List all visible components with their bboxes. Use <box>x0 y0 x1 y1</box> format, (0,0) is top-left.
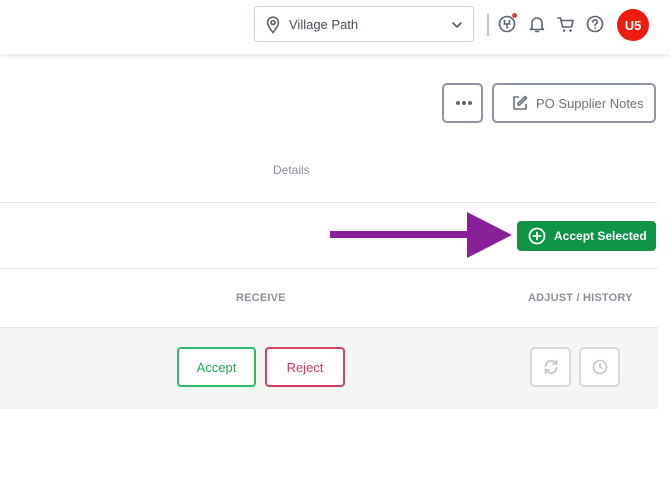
notification-dot <box>512 13 517 18</box>
top-bar: Village Path U5 <box>0 0 670 54</box>
accept-button[interactable]: Accept <box>177 347 256 387</box>
location-value: Village Path <box>289 17 359 32</box>
details-heading: Details <box>273 163 310 177</box>
column-header-adjust-history: ADJUST / HISTORY <box>528 292 633 304</box>
bell-icon[interactable] <box>527 14 547 34</box>
po-supplier-notes-button[interactable]: PO Supplier Notes <box>492 83 656 123</box>
user-avatar[interactable]: U5 <box>617 9 649 41</box>
refresh-icon <box>544 359 558 375</box>
column-header-receive: RECEIVE <box>236 292 286 304</box>
location-select[interactable]: Village Path <box>254 6 474 42</box>
reject-label: Reject <box>286 359 324 375</box>
header-divider <box>487 14 489 36</box>
reject-button[interactable]: Reject <box>265 347 345 387</box>
ellipsis-icon <box>456 101 472 105</box>
edit-icon <box>513 95 528 110</box>
divider <box>0 202 658 203</box>
history-clock-icon <box>592 359 608 375</box>
location-pin-icon <box>266 16 280 34</box>
accept-selected-label: Accept Selected <box>554 229 647 243</box>
cart-icon[interactable] <box>556 14 576 34</box>
chevron-down-icon <box>452 22 462 28</box>
adjust-button[interactable] <box>530 347 571 387</box>
accept-selected-button[interactable]: Accept Selected <box>517 221 656 251</box>
history-button[interactable] <box>579 347 620 387</box>
help-icon[interactable] <box>585 14 605 34</box>
accept-label: Accept <box>196 359 237 375</box>
po-supplier-notes-label: PO Supplier Notes <box>536 96 644 111</box>
annotation-arrow <box>330 212 512 258</box>
user-initials: U5 <box>624 17 642 33</box>
divider <box>0 268 658 269</box>
divider <box>0 408 658 409</box>
plus-circle-icon <box>528 227 546 245</box>
more-options-button[interactable] <box>442 83 483 123</box>
